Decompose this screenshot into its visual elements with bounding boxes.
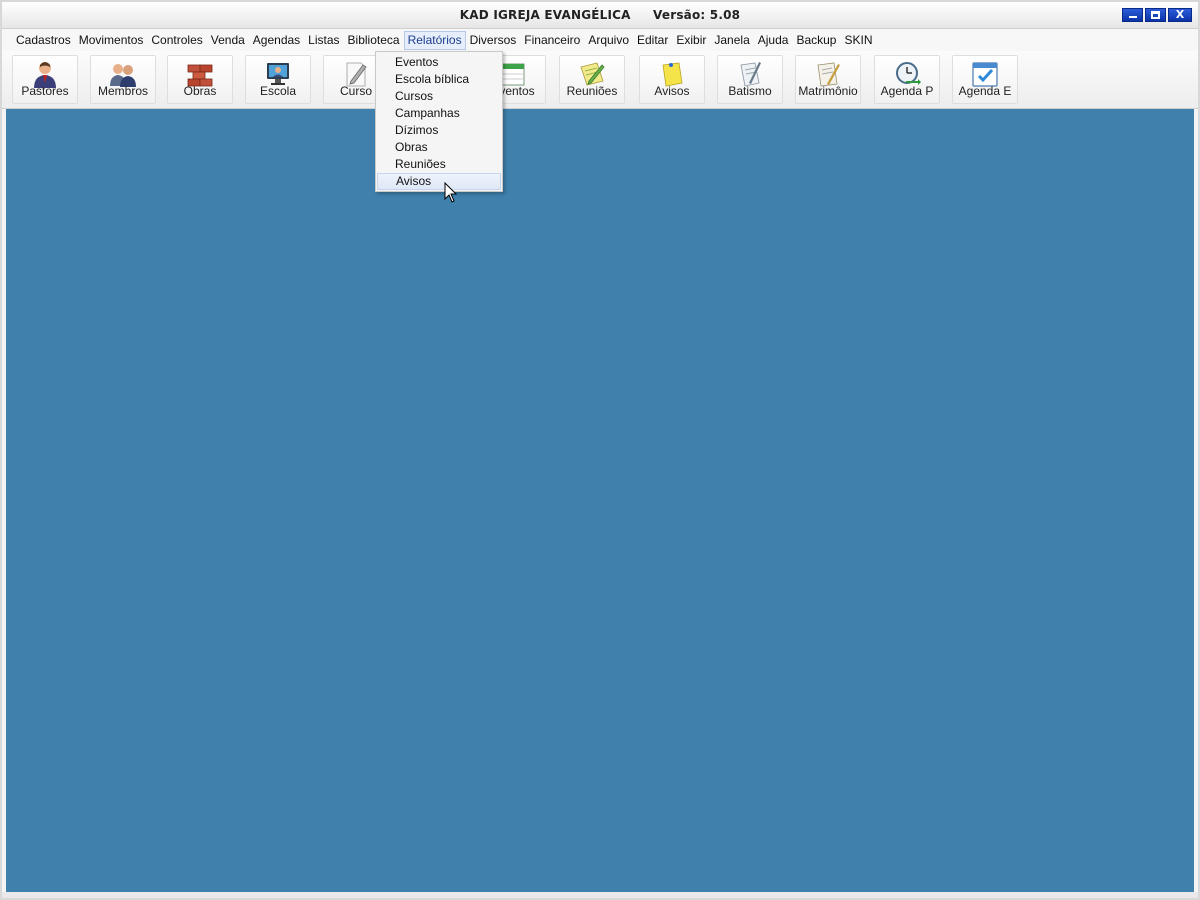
menu-backup[interactable]: Backup (792, 31, 840, 50)
toolbar-label: Escola (259, 84, 297, 98)
toolbar-button-agenda-e[interactable]: Agenda E (952, 55, 1018, 104)
menu-skin[interactable]: SKIN (840, 31, 876, 50)
menu-financeiro[interactable]: Financeiro (520, 31, 584, 50)
toolbar-label: Obras (183, 84, 217, 98)
minimize-icon (1129, 16, 1137, 18)
menu-listas[interactable]: Listas (304, 31, 343, 50)
menu-ajuda[interactable]: Ajuda (754, 31, 793, 50)
menu-relatorios[interactable]: Relatórios (403, 30, 466, 50)
title-bar[interactable]: KAD IGREJA EVANGÉLICA Versão: 5.08 X (2, 2, 1198, 29)
app-window: KAD IGREJA EVANGÉLICA Versão: 5.08 X Cad… (0, 0, 1200, 900)
toolbar-button-pastores[interactable]: Pastores (12, 55, 78, 104)
menu-controles[interactable]: Controles (147, 31, 206, 50)
window-title: KAD IGREJA EVANGÉLICA Versão: 5.08 (2, 8, 1198, 22)
menu-editar[interactable]: Editar (633, 31, 672, 50)
menu-bar: Cadastros Movimentos Controles Venda Age… (2, 29, 1198, 51)
menu-cadastros[interactable]: Cadastros (12, 31, 75, 50)
app-title: KAD IGREJA EVANGÉLICA (459, 8, 631, 22)
menu-janela[interactable]: Janela (710, 31, 753, 50)
menu-item-avisos[interactable]: Avisos (377, 173, 501, 190)
menu-item-cursos[interactable]: Cursos (377, 88, 501, 105)
menu-venda[interactable]: Venda (207, 31, 249, 50)
toolbar-label: Matrimônio (798, 84, 858, 98)
toolbar-button-escola[interactable]: Escola (245, 55, 311, 104)
menu-item-dizimos[interactable]: Dízimos (377, 122, 501, 139)
menu-biblioteca[interactable]: Biblioteca (344, 31, 404, 50)
toolbar-button-avisos[interactable]: Avisos (639, 55, 705, 104)
toolbar-label: Pastores (21, 84, 69, 98)
maximize-icon (1151, 11, 1160, 19)
toolbar-label: Avisos (654, 84, 690, 98)
toolbar-button-batismo[interactable]: Batismo (717, 55, 783, 104)
toolbar-label: Batismo (728, 84, 772, 98)
toolbar-button-reunioes[interactable]: Reuniões (559, 55, 625, 104)
maximize-button[interactable] (1145, 8, 1166, 22)
menu-exibir[interactable]: Exibir (672, 31, 710, 50)
menu-movimentos[interactable]: Movimentos (75, 31, 148, 50)
toolbar: Pastores Membros Obras Escola Curso Even… (2, 51, 1198, 109)
toolbar-button-agenda-p[interactable]: Agenda P (874, 55, 940, 104)
toolbar-button-obras[interactable]: Obras (167, 55, 233, 104)
menu-item-reunioes[interactable]: Reuniões (377, 156, 501, 173)
toolbar-label: Membros (97, 84, 148, 98)
close-button[interactable]: X (1168, 8, 1192, 22)
menu-item-obras[interactable]: Obras (377, 139, 501, 156)
menu-arquivo[interactable]: Arquivo (584, 31, 633, 50)
menu-item-eventos[interactable]: Eventos (377, 54, 501, 71)
toolbar-button-matrimonio[interactable]: Matrimônio (795, 55, 861, 104)
menu-agendas[interactable]: Agendas (249, 31, 304, 50)
minimize-button[interactable] (1122, 8, 1143, 22)
menu-diversos[interactable]: Diversos (466, 31, 521, 50)
window-controls: X (1122, 8, 1192, 22)
menu-item-escola-biblica[interactable]: Escola bíblica (377, 71, 501, 88)
toolbar-label: Agenda E (958, 84, 1012, 98)
toolbar-button-membros[interactable]: Membros (90, 55, 156, 104)
app-version: Versão: 5.08 (653, 8, 741, 22)
menu-item-campanhas[interactable]: Campanhas (377, 105, 501, 122)
toolbar-label: Reuniões (566, 84, 618, 98)
mdi-workspace[interactable] (6, 109, 1194, 892)
window-bottom-border (2, 892, 1198, 898)
toolbar-label: Agenda P (880, 84, 934, 98)
relatorios-dropdown-menu: Eventos Escola bíblica Cursos Campanhas … (375, 51, 503, 192)
mouse-cursor-icon (444, 182, 458, 203)
